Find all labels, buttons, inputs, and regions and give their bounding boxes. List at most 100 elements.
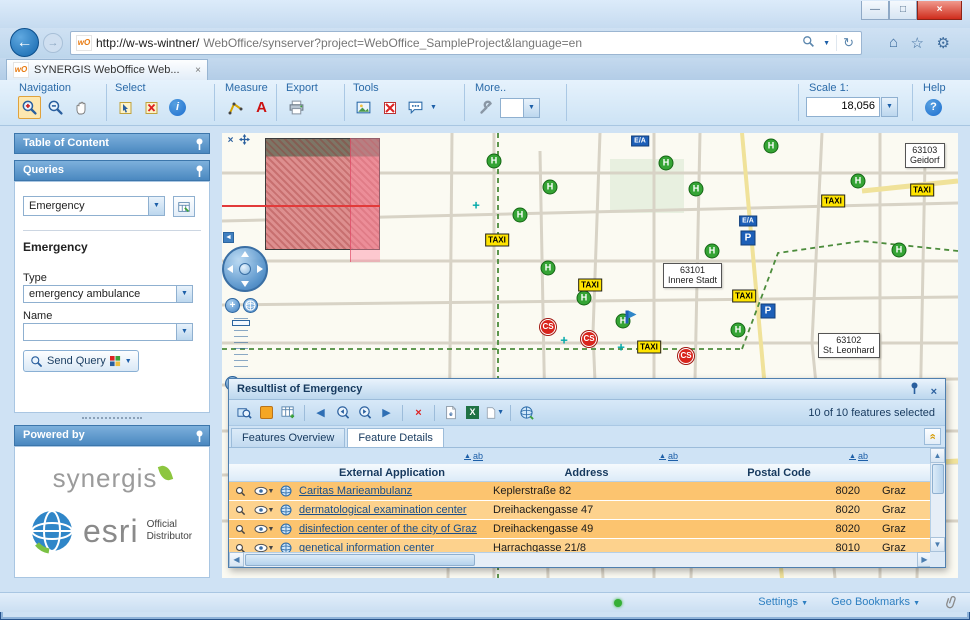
map-marker-hospital[interactable]: H	[543, 180, 558, 195]
map-marker-taxi[interactable]: TAXI	[910, 184, 934, 197]
zoom-slider[interactable]	[234, 318, 248, 372]
zoom-previous-icon[interactable]	[333, 403, 352, 422]
zoom-plus-button[interactable]: +	[225, 298, 240, 313]
type-select[interactable]: emergency ambulance ▼	[23, 285, 193, 303]
row-link-external-application[interactable]: genetical information center	[295, 542, 489, 552]
text-label-icon[interactable]: A	[250, 96, 273, 119]
map-marker-cs[interactable]: CS	[581, 331, 597, 347]
close-icon[interactable]: ×	[931, 382, 937, 402]
map-marker-cs[interactable]: CS	[678, 348, 694, 364]
nav-minimize-button[interactable]: ◄	[223, 232, 234, 243]
identify-info-icon[interactable]: i	[166, 96, 189, 119]
wrench-icon[interactable]	[474, 96, 497, 119]
zoom-slider-thumb[interactable]	[232, 320, 250, 326]
map-marker-hospital[interactable]: H	[851, 174, 866, 189]
minimize-button[interactable]: —	[861, 1, 889, 20]
query-select[interactable]: Emergency ▼	[23, 196, 165, 216]
zoom-to-selection-icon[interactable]	[235, 403, 254, 422]
scroll-down-icon[interactable]: ▼	[930, 537, 945, 552]
zoom-in-icon[interactable]	[18, 96, 41, 119]
highlight-selection-icon[interactable]	[257, 403, 276, 422]
row-eye-icon[interactable]: ▼	[254, 524, 275, 534]
map-marker-parking[interactable]: P	[761, 304, 776, 319]
browser-tab[interactable]: wO SYNERGIS WebOffice Web... ×	[6, 59, 208, 80]
settings-gear-icon[interactable]: ⚙	[937, 34, 950, 52]
print-icon[interactable]	[285, 96, 308, 119]
row-eye-icon[interactable]: ▼	[254, 543, 275, 552]
row-globe-icon[interactable]	[280, 504, 292, 516]
scrollbar-thumb[interactable]	[245, 554, 475, 566]
sort-link-address[interactable]: ▲ab	[659, 451, 684, 461]
search-icon[interactable]	[800, 35, 817, 51]
row-globe-icon[interactable]	[280, 485, 292, 497]
first-record-icon[interactable]: ◀	[311, 403, 330, 422]
scale-dropdown-icon[interactable]: ▼	[881, 97, 898, 117]
sort-link-postal[interactable]: ▲ab	[849, 451, 874, 461]
export-excel-icon[interactable]: X	[463, 403, 482, 422]
geo-bookmarks-menu[interactable]: Geo Bookmarks ▼	[831, 596, 920, 608]
map-marker-ea[interactable]: E/A	[631, 136, 649, 147]
snapshot-image-icon[interactable]	[352, 96, 375, 119]
send-query-button[interactable]: Send Query ▼	[23, 350, 139, 372]
select-features-icon[interactable]	[114, 96, 137, 119]
tab-features-overview[interactable]: Features Overview	[231, 428, 345, 447]
overview-move-icon[interactable]	[238, 134, 251, 147]
pan-west-icon[interactable]	[227, 265, 233, 273]
pin-icon[interactable]	[195, 138, 204, 158]
tools-dropdown-icon[interactable]: ▼	[430, 104, 437, 111]
toc-panel-header[interactable]: Table of Content	[14, 133, 210, 154]
map-marker-hospital[interactable]: H	[705, 244, 720, 259]
map-canvas[interactable]: × ◄ + − HHHHHHHHH	[222, 133, 958, 578]
full-extent-globe-button[interactable]	[243, 298, 258, 313]
table-row[interactable]: ▼ dermatological examination center Drei…	[229, 501, 932, 520]
map-marker-hospital[interactable]: H	[892, 243, 907, 258]
chevron-down-icon[interactable]: ▼	[523, 98, 540, 118]
clear-selection-icon[interactable]	[140, 96, 163, 119]
export-options-icon[interactable]: ▼	[485, 403, 504, 422]
pan-south-icon[interactable]	[241, 281, 249, 287]
row-link-external-application[interactable]: dermatological examination center	[295, 504, 489, 516]
name-input[interactable]: ▼	[23, 323, 193, 341]
forward-button[interactable]: →	[43, 33, 63, 53]
scroll-up-icon[interactable]: ▲	[930, 448, 945, 463]
scroll-left-icon[interactable]: ◀	[229, 552, 244, 567]
redlining-icon[interactable]	[378, 96, 401, 119]
back-button[interactable]: ←	[10, 28, 39, 57]
more-tools-select[interactable]: ▼	[500, 98, 540, 118]
settings-menu[interactable]: Settings ▼	[758, 596, 808, 608]
collapse-panel-icon[interactable]: «	[924, 428, 941, 445]
map-marker-taxi[interactable]: TAXI	[485, 234, 509, 247]
pan-north-icon[interactable]	[241, 251, 249, 257]
map-marker-cross[interactable]: +	[560, 333, 568, 348]
row-link-external-application[interactable]: Caritas Marieambulanz	[295, 485, 489, 497]
map-marker-hospital[interactable]: H	[487, 154, 502, 169]
table-row[interactable]: ▼ Caritas Marieambulanz Keplerstraße 82 …	[229, 482, 932, 501]
tab-close-icon[interactable]: ×	[195, 65, 201, 76]
column-header-postal[interactable]: Postal Code	[747, 467, 811, 479]
pin-icon[interactable]	[910, 382, 919, 402]
zoom-next-icon[interactable]	[355, 403, 374, 422]
address-bar[interactable]: wO http://w-ws-wintner/ WebOffice/synser…	[70, 31, 862, 55]
table-row[interactable]: ▼ disinfection center of the city of Gra…	[229, 520, 932, 539]
map-marker-cs[interactable]: CS	[540, 319, 556, 335]
map-marker-hospital[interactable]: H	[659, 156, 674, 171]
map-marker-taxi[interactable]: TAXI	[821, 195, 845, 208]
map-marker-taxi[interactable]: TAXI	[732, 290, 756, 303]
export-html-icon[interactable]: e	[441, 403, 460, 422]
send-to-map-globe-icon[interactable]	[517, 403, 536, 422]
chevron-down-icon[interactable]: ▼	[176, 323, 193, 341]
row-zoom-icon[interactable]	[235, 543, 246, 553]
map-marker-taxi[interactable]: TAXI	[578, 279, 602, 292]
chevron-down-icon[interactable]: ▼	[176, 285, 193, 303]
measure-distance-icon[interactable]	[224, 96, 247, 119]
table-row[interactable]: ▼ genetical information center Harrachga…	[229, 539, 932, 552]
row-link-external-application[interactable]: disinfection center of the city of Graz	[295, 523, 489, 535]
row-eye-icon[interactable]: ▼	[254, 486, 275, 496]
last-record-icon[interactable]: ▶	[377, 403, 396, 422]
map-marker-hospital[interactable]: H	[764, 139, 779, 154]
maximize-button[interactable]: □	[889, 1, 917, 20]
column-header-application[interactable]: External Application	[339, 467, 445, 479]
chevron-down-icon[interactable]: ▼	[125, 358, 132, 365]
address-dropdown-icon[interactable]: ▼	[821, 40, 832, 47]
row-globe-icon[interactable]	[280, 542, 292, 552]
